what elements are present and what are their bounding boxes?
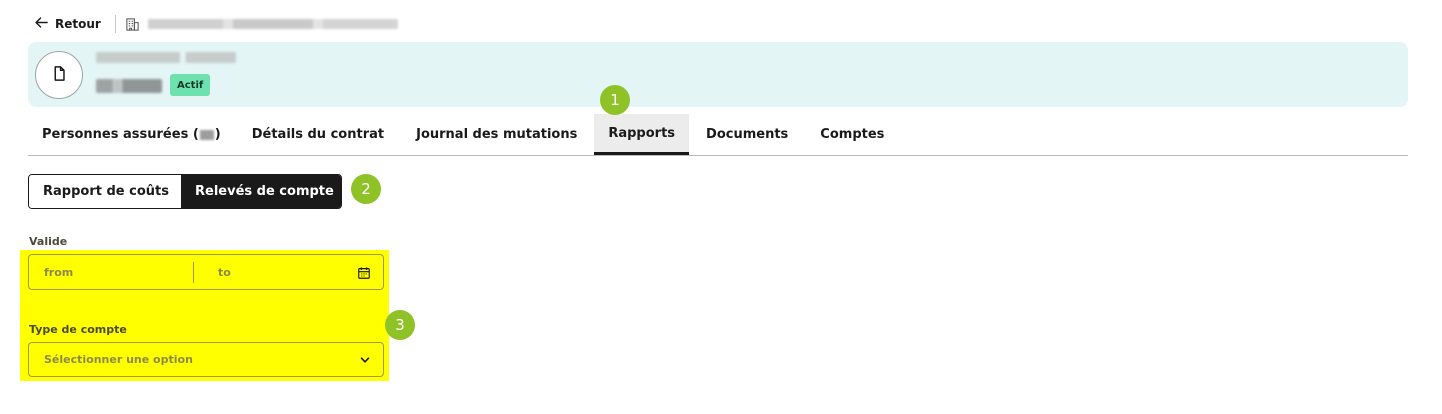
top-bar: Retour <box>34 14 398 34</box>
tab-mutations-log[interactable]: Journal des mutations <box>400 114 594 155</box>
status-badge: Actif <box>170 74 211 96</box>
document-icon <box>51 65 68 86</box>
date-to-input[interactable]: to <box>218 266 231 279</box>
back-button[interactable]: Retour <box>34 15 101 33</box>
contract-name-redacted <box>96 52 236 63</box>
breadcrumb-redacted[interactable] <box>147 19 398 29</box>
tab-documents[interactable]: Documents <box>689 114 804 155</box>
tab-label: Personnes assurées ( <box>42 127 199 142</box>
tab-reports[interactable]: Rapports <box>594 114 690 155</box>
tab-insured-persons[interactable]: Personnes assurées () <box>28 114 235 155</box>
cost-report-button[interactable]: Rapport de coûts <box>29 175 181 208</box>
report-type-toggle: Rapport de coûts Relevés de compte <box>28 174 342 209</box>
chevron-down-icon <box>359 354 371 366</box>
tab-contract-details[interactable]: Détails du contrat <box>235 114 400 155</box>
date-range-picker[interactable]: from to <box>28 254 384 290</box>
contract-number-redacted <box>96 79 162 93</box>
tab-bar: Personnes assurées () Détails du contrat… <box>28 114 1408 156</box>
account-statements-button[interactable]: Relevés de compte <box>181 175 341 208</box>
account-type-placeholder: Sélectionner une option <box>44 353 193 366</box>
divider <box>114 15 116 33</box>
account-type-select[interactable]: Sélectionner une option <box>28 342 384 377</box>
building-icon <box>125 17 140 32</box>
calendar-icon[interactable] <box>357 265 371 279</box>
date-from-input[interactable]: from <box>44 266 73 279</box>
date-separator <box>193 262 194 283</box>
step-marker-2: 2 <box>351 174 381 204</box>
arrow-left-icon <box>34 15 49 33</box>
avatar <box>35 51 83 99</box>
back-label: Retour <box>55 17 101 31</box>
contract-header-card: Actif <box>28 42 1408 107</box>
step-marker-1: 1 <box>600 85 630 115</box>
tab-accounts[interactable]: Comptes <box>804 114 898 155</box>
insured-count-redacted <box>199 129 214 140</box>
account-type-label: Type de compte <box>29 323 127 336</box>
valid-label: Valide <box>29 235 68 248</box>
tab-label-suffix: ) <box>214 127 221 142</box>
step-marker-3: 3 <box>385 310 415 340</box>
